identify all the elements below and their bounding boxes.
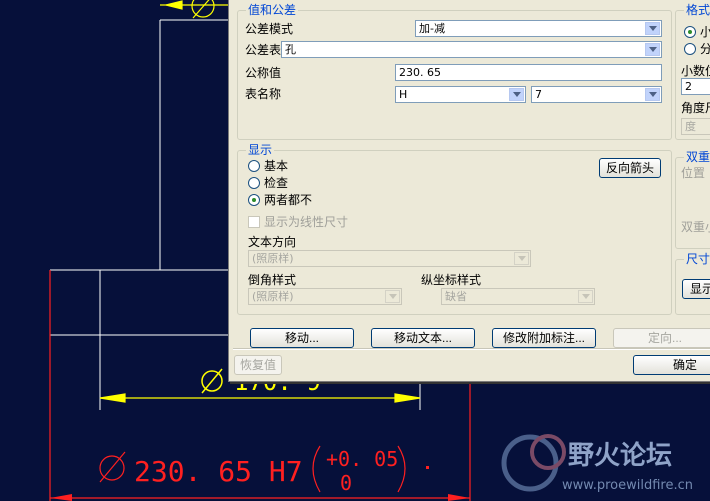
- format-radio-fraction-label: 分: [700, 42, 710, 56]
- display-radio-inspect[interactable]: [248, 177, 260, 189]
- text-direction-value: (照原样): [252, 252, 294, 265]
- dim-value-main[interactable]: 230. 65 H7: [134, 455, 303, 488]
- diameter-symbol-top: [191, 0, 215, 18]
- display-radio-neither-label: 两者都不: [264, 193, 313, 207]
- dual-decimals-label: 双重小: [681, 220, 710, 234]
- group-format-title: 格式: [684, 3, 710, 17]
- display-radio-basic[interactable]: [248, 160, 260, 172]
- chamfer-style-select[interactable]: (照原样): [248, 288, 402, 305]
- group-display-title: 显示: [246, 143, 275, 157]
- chevron-down-icon[interactable]: [645, 43, 660, 56]
- format-radio-fraction[interactable]: [684, 43, 696, 55]
- ordinate-style-select[interactable]: 缺省: [441, 288, 595, 305]
- text-direction-label: 文本方向: [248, 235, 297, 249]
- text-direction-select[interactable]: (照原样): [248, 250, 531, 267]
- watermark-title: 野火论坛: [568, 441, 672, 471]
- group-dual-title: 双重: [684, 150, 710, 164]
- chevron-down-icon[interactable]: [645, 88, 660, 101]
- move-text-button[interactable]: 移动文本...: [371, 328, 475, 348]
- chamfer-style-label: 倒角样式: [248, 273, 297, 287]
- table-name-label: 表名称: [245, 87, 282, 101]
- tolerance-table-label: 公差表: [245, 43, 282, 57]
- decimals-input[interactable]: 2: [681, 78, 710, 95]
- dim-arrow-mid-right: [394, 393, 421, 403]
- table-name-value-1: H: [399, 88, 408, 101]
- dual-position-label: 位置: [681, 166, 706, 180]
- nominal-value-label: 公称值: [245, 66, 282, 80]
- move-button[interactable]: 移动...: [250, 328, 354, 348]
- dimension-properties-dialog[interactable]: 值和公差 公差模式 加-减 公差表 孔 公称值 230. 65 表名称 H 7 …: [228, 0, 710, 382]
- chevron-down-icon[interactable]: [514, 252, 529, 265]
- format-radio-decimal[interactable]: [684, 26, 696, 38]
- ok-button[interactable]: 确定: [633, 355, 710, 375]
- dim-arrow-mid-left: [99, 393, 126, 403]
- tolerance-mode-select[interactable]: 加-减: [415, 20, 662, 37]
- ordinate-style-label: 纵坐标样式: [421, 273, 482, 287]
- reverse-arrow-button[interactable]: 反向箭头: [599, 158, 661, 178]
- dim-arrow-main-right: [448, 494, 470, 501]
- chevron-down-icon[interactable]: [645, 22, 660, 35]
- ordinate-style-value: 缺省: [445, 290, 467, 303]
- tolerance-mode-value: 加-减: [419, 22, 445, 35]
- dim-arrow-top: [165, 0, 183, 10]
- nominal-value-input[interactable]: 230. 65: [395, 64, 662, 81]
- table-name-value-2: 7: [535, 88, 542, 101]
- tolerance-table-select[interactable]: 孔: [281, 41, 662, 58]
- dim-arrow-main-left: [50, 494, 72, 501]
- tolerance-mode-label: 公差模式: [245, 22, 294, 36]
- tol-upper: +0. 05: [326, 447, 398, 471]
- chevron-down-icon[interactable]: [385, 290, 400, 303]
- chamfer-style-value: (照原样): [252, 290, 294, 303]
- display-radio-basic-label: 基本: [264, 159, 289, 173]
- table-name-select-2[interactable]: 7: [531, 86, 662, 103]
- tolerance-table-value: 孔: [285, 43, 296, 56]
- chevron-down-icon[interactable]: [509, 88, 524, 101]
- angle-unit-select[interactable]: 度: [681, 118, 710, 135]
- angle-unit-value: 度: [685, 120, 696, 133]
- modify-attached-button[interactable]: 修改附加标注...: [492, 328, 596, 348]
- group-size-title: 尺寸: [684, 252, 710, 266]
- linear-dimension-label: 显示为线性尺寸: [264, 215, 349, 229]
- watermark: 野火论坛 www.proewildfire.cn: [501, 434, 693, 493]
- angle-unit-label: 角度尺: [681, 101, 710, 115]
- display-radio-inspect-label: 检查: [264, 176, 289, 190]
- tol-paren-right: [397, 445, 406, 493]
- dialog-separator: [233, 348, 710, 350]
- orient-button[interactable]: 定向...: [613, 328, 710, 348]
- format-radio-decimal-label: 小: [700, 25, 710, 39]
- group-value-tolerance-title: 值和公差: [246, 3, 299, 17]
- table-name-select-1[interactable]: H: [395, 86, 526, 103]
- linear-dimension-checkbox[interactable]: [248, 216, 260, 228]
- chevron-down-icon[interactable]: [578, 290, 593, 303]
- diameter-slash-top: [192, 0, 210, 19]
- tol-lower: 0: [340, 471, 352, 495]
- decimals-label: 小数位: [681, 64, 710, 78]
- dim-dot: [426, 466, 429, 469]
- restore-button[interactable]: 恢复值: [234, 355, 282, 375]
- watermark-url: www.proewildfire.cn: [562, 478, 693, 493]
- watermark-logo-icon: [501, 434, 559, 492]
- display-radio-neither[interactable]: [248, 194, 260, 206]
- diameter-slash-mid: [201, 368, 223, 394]
- tol-paren-left: [312, 445, 321, 493]
- size-display-button[interactable]: 显示: [682, 279, 710, 299]
